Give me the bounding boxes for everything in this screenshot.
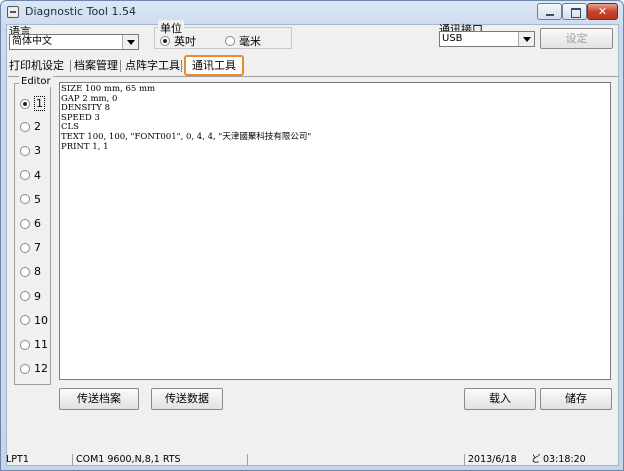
window-title: Diagnostic Tool 1.54 — [25, 5, 136, 18]
radio-dot — [20, 242, 30, 253]
status-date: 2013/6/18 — [464, 454, 517, 466]
tab-file-management[interactable]: 档案管理 — [74, 58, 118, 74]
tab-divider — [120, 60, 121, 72]
tab-printer-settings[interactable]: 打印机设定 — [9, 58, 64, 74]
editor-label: Editor — [19, 76, 53, 87]
tab-bitmap-font-tool[interactable]: 点阵字工具 — [125, 58, 180, 74]
editor-radio-label: 8 — [34, 265, 41, 279]
editor-radio-2[interactable]: 2 — [20, 120, 41, 133]
status-time: 03:18:20 — [543, 454, 586, 465]
editor-radio-label: 9 — [34, 289, 41, 303]
send-data-button[interactable]: 传送数据 — [151, 388, 223, 410]
editor-radio-label: 7 — [34, 241, 41, 255]
title-bar: Diagnostic Tool 1.54 ✕ — [1, 1, 623, 23]
editor-radio-label: 1 — [34, 96, 45, 111]
radio-dot — [20, 315, 30, 326]
radio-dot — [20, 339, 30, 350]
unit-mm-radio[interactable]: 毫米 — [225, 33, 261, 49]
communication-tool-panel: Editor 1 2 3 4 5 6 7 8 9 10 11 12 SIZE 100 mm, 65 m… — [8, 76, 618, 465]
editor-radio-7[interactable]: 7 — [20, 241, 41, 254]
radio-dot — [225, 36, 235, 46]
radio-dot — [20, 194, 30, 205]
client-area: 语言 简体中文 单位 英吋 毫米 通讯接口 USB 设定 打印机设定 档案管理 — [6, 20, 619, 466]
editor-radio-label: 5 — [34, 192, 41, 206]
editor-radio-3[interactable]: 3 — [20, 144, 41, 157]
editor-radio-11[interactable]: 11 — [20, 338, 48, 351]
editor-radio-label: 2 — [34, 120, 41, 134]
editor-radio-10[interactable]: 10 — [20, 314, 48, 327]
port-select[interactable]: USB — [439, 31, 535, 47]
radio-dot — [160, 36, 170, 46]
tab-communication-tool[interactable]: 通讯工具 — [184, 55, 244, 76]
status-com: COM1 9600,N,8,1 RTS — [72, 454, 181, 466]
port-value: USB — [442, 33, 463, 44]
radio-dot — [20, 145, 30, 156]
tab-divider — [70, 60, 71, 72]
language-select[interactable]: 简体中文 — [9, 34, 139, 50]
unit-inch-label: 英吋 — [174, 35, 196, 48]
editor-radio-4[interactable]: 4 — [20, 169, 41, 182]
status-bar: LPT1 COM1 9600,N,8,1 RTS 2013/6/18 ど 03:… — [6, 454, 618, 466]
editor-radio-label: 11 — [34, 338, 48, 351]
set-button[interactable]: 设定 — [540, 28, 613, 49]
radio-dot — [20, 98, 30, 109]
editor-radio-label: 4 — [34, 168, 41, 182]
send-file-button[interactable]: 传送档案 — [59, 388, 139, 410]
close-button[interactable]: ✕ — [587, 3, 618, 20]
radio-dot — [20, 170, 30, 181]
tab-divider — [181, 60, 182, 72]
save-button[interactable]: 储存 — [540, 388, 612, 410]
editor-radio-8[interactable]: 8 — [20, 265, 41, 278]
radio-dot — [20, 121, 30, 132]
editor-radio-12[interactable]: 12 — [20, 362, 48, 375]
unit-mm-label: 毫米 — [239, 35, 261, 48]
radio-dot — [20, 218, 30, 229]
editor-radio-label: 10 — [34, 313, 48, 327]
close-icon: ✕ — [597, 5, 608, 18]
editor-radio-label: 12 — [34, 362, 48, 376]
editor-radio-1[interactable]: 1 — [20, 96, 45, 111]
radio-dot — [20, 291, 30, 302]
editor-radio-label: 3 — [34, 144, 41, 158]
radio-dot — [20, 363, 30, 374]
chevron-down-icon — [518, 32, 534, 46]
command-editor[interactable]: SIZE 100 mm, 65 mm GAP 2 mm, 0 DENSITY 8… — [59, 82, 611, 380]
app-icon — [7, 6, 19, 18]
language-value: 简体中文 — [12, 36, 52, 47]
status-empty — [247, 454, 462, 466]
editor-radio-5[interactable]: 5 — [20, 193, 41, 206]
chevron-down-icon — [122, 35, 138, 49]
load-button[interactable]: 载入 — [464, 388, 536, 410]
clock-icon: ど — [531, 454, 541, 465]
editor-radio-6[interactable]: 6 — [20, 217, 41, 230]
editor-radio-9[interactable]: 9 — [20, 290, 41, 303]
editor-group: Editor 1 2 3 4 5 6 7 8 9 10 11 12 — [14, 76, 53, 385]
status-port: LPT1 — [6, 454, 29, 465]
app-window: Diagnostic Tool 1.54 ✕ 语言 简体中文 单位 英吋 毫米 … — [0, 0, 624, 471]
unit-inch-radio[interactable]: 英吋 — [160, 33, 196, 49]
minimize-button[interactable] — [537, 3, 562, 20]
editor-radio-label: 6 — [34, 217, 41, 230]
maximize-button[interactable] — [562, 3, 587, 20]
radio-dot — [20, 266, 30, 277]
